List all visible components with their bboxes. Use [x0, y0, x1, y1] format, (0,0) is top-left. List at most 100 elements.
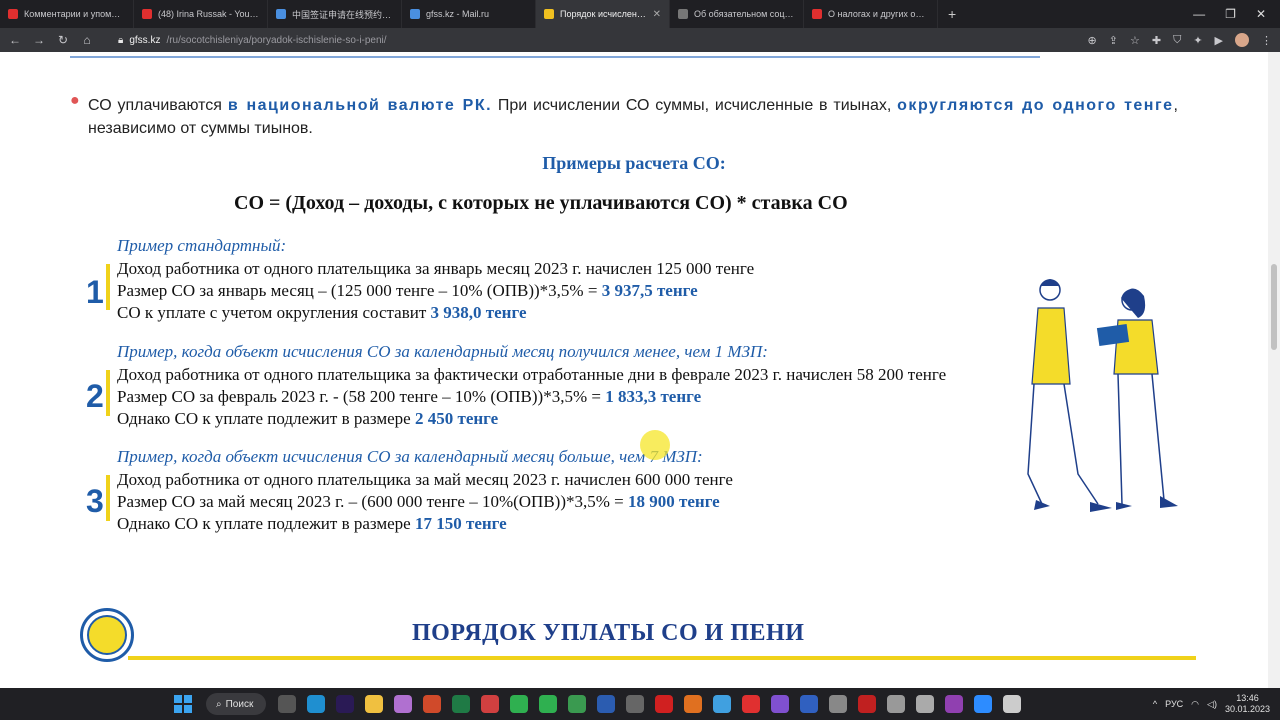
accent-bar	[106, 370, 110, 416]
lock-icon: 🔒︎	[118, 34, 124, 46]
tab-2[interactable]: 中国签证申请在线预约-联系人	[268, 0, 402, 28]
tab-5[interactable]: Об обязательном социальн	[670, 0, 804, 28]
shield-icon[interactable]: ⛉	[1173, 34, 1181, 47]
url-host: gfss.kz	[129, 34, 161, 46]
result-value: 18 900 тенге	[628, 492, 720, 511]
whatsapp-icon[interactable]	[510, 695, 528, 713]
calculator-icon[interactable]	[887, 695, 905, 713]
chrome-icon[interactable]	[713, 695, 731, 713]
example-3: 3 Пример, когда объект исчисления СО за …	[86, 445, 1026, 535]
highlight: в национальной валюте РК.	[227, 97, 493, 114]
tab-1[interactable]: (48) Irina Russak - YouTube	[134, 0, 268, 28]
cursor-highlight	[640, 430, 670, 460]
accent-bar	[106, 475, 110, 521]
app-icon[interactable]	[800, 695, 818, 713]
app-icon[interactable]	[394, 695, 412, 713]
zoom-app-icon[interactable]	[974, 695, 992, 713]
camera-icon[interactable]	[916, 695, 934, 713]
file-manager-icon[interactable]	[278, 695, 296, 713]
globe-icon	[276, 9, 286, 19]
new-tab-button[interactable]: +	[938, 6, 966, 22]
restore-icon[interactable]: ❐	[1225, 7, 1236, 21]
home-icon[interactable]: ⌂	[80, 33, 94, 47]
word-icon[interactable]	[597, 695, 615, 713]
close-window-icon[interactable]: ✕	[1256, 7, 1266, 21]
close-icon[interactable]: ✕	[653, 9, 661, 20]
yandex-icon[interactable]	[742, 695, 760, 713]
example-1: 1 Пример стандартный: Доход работника от…	[86, 234, 1026, 324]
avatar[interactable]	[1235, 33, 1249, 47]
app-icon[interactable]	[626, 695, 644, 713]
tab-label: Комментарии и упоминания	[24, 9, 125, 19]
example-heading: Пример стандартный:	[117, 236, 287, 255]
app-icon[interactable]	[568, 695, 586, 713]
example-line: Размер СО за май месяц 2023 г. – (600 00…	[117, 492, 720, 512]
reload-icon[interactable]: ↻	[56, 33, 70, 47]
text: СО к уплате с учетом округления составит	[117, 303, 431, 322]
text: Однако СО к уплате подлежит в размере	[117, 409, 415, 428]
firefox-icon[interactable]	[684, 695, 702, 713]
zoom-icon[interactable]: ⊕	[1088, 34, 1097, 47]
back-icon[interactable]: ←	[8, 33, 22, 47]
tab-3[interactable]: gfss.kz - Mail.ru	[402, 0, 536, 28]
system-tray: ^ РУС ◠ ◁) 13:46 30.01.2023	[1153, 693, 1280, 715]
logo-inner	[87, 615, 127, 655]
text: Размер СО за май месяц 2023 г. – (600 00…	[117, 492, 628, 511]
bookmark-star-icon[interactable]: ☆	[1130, 34, 1140, 47]
language-indicator[interactable]: РУС	[1165, 699, 1183, 709]
example-line: Доход работника от одного плательщика за…	[117, 365, 947, 384]
chevron-up-icon[interactable]: ^	[1153, 699, 1157, 709]
excel-icon[interactable]	[452, 695, 470, 713]
edge-icon[interactable]	[307, 695, 325, 713]
forward-icon[interactable]: →	[32, 33, 46, 47]
org-logo	[80, 608, 134, 662]
volume-icon[interactable]: ◁)	[1207, 699, 1217, 710]
windows-start-icon[interactable]	[174, 695, 192, 713]
record-icon[interactable]	[858, 695, 876, 713]
example-line: Однако СО к уплате подлежит в размере 17…	[117, 514, 507, 534]
play-icon[interactable]: ▶	[1215, 34, 1223, 47]
folder-icon[interactable]	[365, 695, 383, 713]
menu-icon[interactable]: ⋮	[1261, 34, 1272, 47]
tab-label: Об обязательном социальн	[694, 9, 795, 19]
url-field[interactable]: 🔒︎ gfss.kz/ru/socotchisleniya/poryadok-i…	[118, 35, 387, 46]
tab-label: О налогах и других обязате	[828, 9, 929, 19]
tab-label: 中国签证申请在线预约-联系人	[292, 9, 393, 20]
app-icon[interactable]	[945, 695, 963, 713]
youtube-icon	[8, 9, 18, 19]
tab-0[interactable]: Комментарии и упоминания	[0, 0, 134, 28]
tab-6[interactable]: О налогах и других обязате	[804, 0, 938, 28]
opera-icon[interactable]	[655, 695, 673, 713]
example-heading: Пример, когда объект исчисления СО за ка…	[117, 447, 703, 466]
puzzle-icon[interactable]: ✦	[1193, 34, 1202, 47]
minimize-icon[interactable]: —	[1193, 7, 1205, 21]
result-value: 17 150 тенге	[414, 514, 507, 533]
tab-label: Порядок исчисления СО и уп	[560, 9, 647, 19]
app-icon[interactable]	[829, 695, 847, 713]
tab-label: gfss.kz - Mail.ru	[426, 9, 490, 19]
scrollbar[interactable]	[1268, 52, 1280, 688]
extension-icon[interactable]: ✚	[1152, 34, 1161, 47]
taskbar: ⌕ Поиск ^ РУС ◠ ◁) 13:46 30.01.2023	[0, 688, 1280, 720]
text: СО уплачиваются	[88, 97, 228, 114]
app-icon[interactable]	[1003, 695, 1021, 713]
formula: СО = (Доход – доходы, с которых не уплач…	[234, 192, 848, 214]
share-icon[interactable]: ⇪	[1109, 34, 1118, 47]
clock[interactable]: 13:46 30.01.2023	[1225, 693, 1270, 715]
scroll-thumb[interactable]	[1271, 264, 1277, 350]
address-bar: ← → ↻ ⌂ 🔒︎ gfss.kz/ru/socotchisleniya/po…	[0, 28, 1280, 52]
divider	[128, 656, 1196, 660]
powerpoint-icon[interactable]	[423, 695, 441, 713]
whatsapp-icon[interactable]	[539, 695, 557, 713]
date: 30.01.2023	[1224, 704, 1270, 714]
app-icon[interactable]	[481, 695, 499, 713]
mail-icon	[410, 9, 420, 19]
tab-active[interactable]: Порядок исчисления СО и уп ✕	[536, 0, 670, 28]
window-controls: — ❐ ✕	[1193, 7, 1280, 21]
taskbar-search[interactable]: ⌕ Поиск	[206, 693, 266, 715]
page-content: ● СО уплачиваются в национальной валюте …	[0, 52, 1268, 688]
wifi-icon[interactable]: ◠	[1191, 699, 1199, 710]
app-icon[interactable]	[771, 695, 789, 713]
premiere-icon[interactable]	[336, 695, 354, 713]
bullet-icon: ●	[70, 92, 80, 109]
